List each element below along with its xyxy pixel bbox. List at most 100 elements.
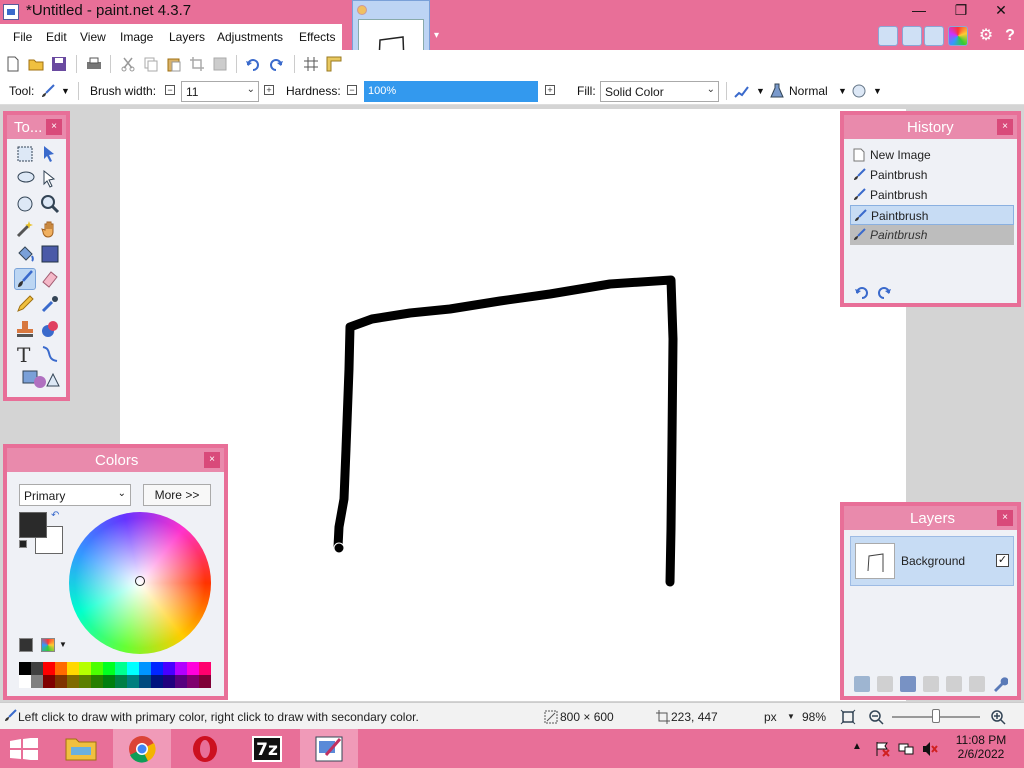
new-file-icon[interactable]: [5, 56, 21, 72]
recolor-tool-icon[interactable]: [39, 318, 61, 340]
zoom-tool-icon[interactable]: [39, 193, 61, 215]
tools-window-toggle-icon[interactable]: [878, 26, 898, 46]
line-curve-tool-icon[interactable]: [39, 343, 61, 365]
print-icon[interactable]: [86, 56, 102, 72]
layers-window-toggle-icon[interactable]: [924, 26, 944, 46]
clone-stamp-tool-icon[interactable]: [14, 318, 36, 340]
palette-swatch[interactable]: [79, 662, 91, 675]
layer-properties-wrench-icon[interactable]: [992, 676, 1008, 692]
palette-swatch[interactable]: [91, 662, 103, 675]
brush-width-combo[interactable]: 11 ⌄: [181, 81, 259, 102]
palette-swatch[interactable]: [127, 662, 139, 675]
color-mode-select[interactable]: Primary ⌄: [19, 484, 131, 506]
paintbrush-tool-icon[interactable]: [40, 83, 56, 99]
units-selector[interactable]: px: [764, 710, 777, 724]
move-layer-down-icon[interactable]: [969, 676, 985, 692]
selection-clipping-icon[interactable]: [851, 83, 867, 99]
image-list-dropdown-icon[interactable]: ▾: [434, 30, 446, 42]
lasso-select-tool-icon[interactable]: [14, 168, 36, 190]
palette-swatch[interactable]: [151, 662, 163, 675]
more-colors-button[interactable]: More >>: [143, 484, 211, 506]
color-picker-tool-icon[interactable]: [39, 293, 61, 315]
history-item-selected[interactable]: Paintbrush: [850, 205, 1014, 225]
layers-panel-close-button[interactable]: ×: [997, 510, 1013, 526]
history-undo-icon[interactable]: [854, 285, 870, 299]
palette-swatch[interactable]: [187, 675, 199, 688]
palette-swatch[interactable]: [151, 675, 163, 688]
magic-wand-tool-icon[interactable]: [14, 218, 36, 240]
palette-swatch[interactable]: [115, 662, 127, 675]
history-item[interactable]: Paintbrush: [850, 185, 1014, 205]
move-selection-tool-icon[interactable]: [39, 168, 61, 190]
blend-mode-icon[interactable]: [769, 83, 785, 99]
tools-panel-close-button[interactable]: ×: [46, 119, 62, 135]
palette-swatch[interactable]: [199, 662, 211, 675]
menu-file[interactable]: File: [13, 30, 32, 44]
palette-swatch[interactable]: [163, 662, 175, 675]
history-item-undone[interactable]: Paintbrush: [850, 225, 1014, 245]
taskbar-opera[interactable]: [176, 729, 234, 768]
redo-icon[interactable]: [268, 56, 284, 72]
deselect-icon[interactable]: [212, 56, 228, 72]
palette-swatch[interactable]: [187, 662, 199, 675]
palette-swatch[interactable]: [91, 675, 103, 688]
palette-swatch[interactable]: [67, 675, 79, 688]
palette-swatch[interactable]: [43, 662, 55, 675]
color-palette[interactable]: [19, 662, 211, 688]
crop-to-selection-icon[interactable]: [189, 56, 205, 72]
settings-gear-icon[interactable]: ⚙: [976, 26, 996, 46]
palette-swatch[interactable]: [103, 675, 115, 688]
clipping-dropdown-arrow-icon[interactable]: ▼: [873, 86, 882, 96]
zoom-to-window-icon[interactable]: [840, 709, 856, 725]
blend-mode-dropdown-arrow-icon[interactable]: ▼: [838, 86, 847, 96]
palette-swatch[interactable]: [43, 675, 55, 688]
show-hidden-icons-chevron-icon[interactable]: ▲: [852, 741, 862, 752]
color-wheel-cursor[interactable]: [135, 576, 145, 586]
close-window-button[interactable]: ✕: [986, 0, 1016, 22]
taskbar-chrome[interactable]: [113, 729, 171, 768]
brush-width-increase-button[interactable]: +: [264, 85, 274, 95]
swap-colors-icon[interactable]: ↶: [51, 510, 59, 521]
history-window-toggle-icon[interactable]: [902, 26, 922, 46]
windows-start-icon[interactable]: [10, 738, 38, 760]
layer-visibility-checkbox[interactable]: ✓: [996, 554, 1009, 567]
pan-hand-tool-icon[interactable]: [39, 218, 61, 240]
layer-row[interactable]: Background ✓: [850, 536, 1014, 586]
blend-mode-value[interactable]: Normal: [789, 84, 828, 98]
palette-swatch[interactable]: [163, 675, 175, 688]
palette-swatch[interactable]: [127, 675, 139, 688]
palette-swatch[interactable]: [79, 675, 91, 688]
palette-swatch[interactable]: [19, 675, 31, 688]
hardness-increase-button[interactable]: +: [545, 85, 555, 95]
palette-swatch[interactable]: [115, 675, 127, 688]
palette-menu-icon[interactable]: [41, 638, 55, 652]
palette-swatch[interactable]: [55, 675, 67, 688]
add-palette-color-icon[interactable]: [19, 638, 33, 652]
eraser-tool-icon[interactable]: [39, 268, 61, 290]
menu-effects[interactable]: Effects: [299, 30, 335, 44]
move-layer-up-icon[interactable]: [946, 676, 962, 692]
tool-dropdown-arrow-icon[interactable]: ▼: [61, 86, 70, 96]
history-item[interactable]: Paintbrush: [850, 165, 1014, 185]
help-icon[interactable]: ?: [1000, 26, 1020, 46]
volume-muted-icon[interactable]: [922, 741, 938, 757]
add-layer-icon[interactable]: [854, 676, 870, 692]
history-panel-close-button[interactable]: ×: [997, 119, 1013, 135]
palette-swatch[interactable]: [139, 662, 151, 675]
fill-combo[interactable]: Solid Color ⌄: [600, 81, 719, 102]
merge-layer-down-icon[interactable]: [923, 676, 939, 692]
palette-swatch[interactable]: [67, 662, 79, 675]
duplicate-layer-icon[interactable]: [900, 676, 916, 692]
zoom-slider-thumb[interactable]: [932, 709, 940, 723]
colors-window-toggle-icon[interactable]: [948, 26, 968, 46]
rulers-icon[interactable]: [326, 56, 342, 72]
palette-swatch[interactable]: [19, 662, 31, 675]
paste-icon[interactable]: [166, 56, 182, 72]
taskbar-paintdotnet[interactable]: [300, 729, 358, 768]
shapes-tool-icon[interactable]: [21, 368, 60, 390]
menu-image[interactable]: Image: [120, 30, 153, 44]
rectangle-select-tool-icon[interactable]: [14, 143, 36, 165]
history-redo-icon[interactable]: [876, 285, 892, 299]
ellipse-select-tool-icon[interactable]: [14, 193, 36, 215]
gradient-tool-icon[interactable]: [39, 243, 61, 265]
